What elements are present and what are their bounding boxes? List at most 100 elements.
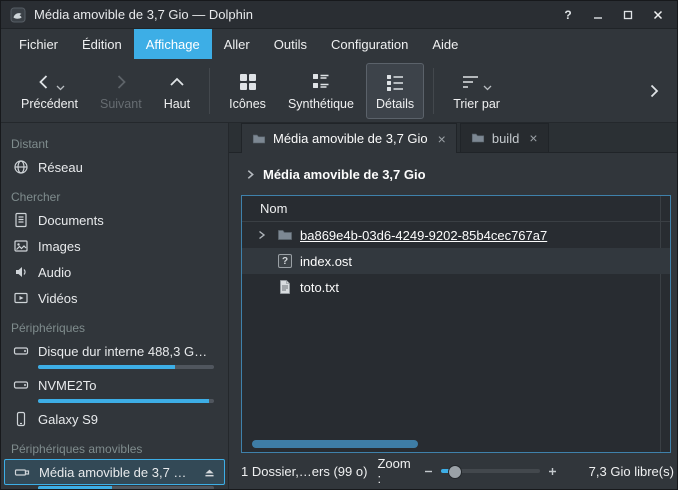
video-icon: [13, 290, 29, 306]
section-header-chercher: Chercher: [1, 187, 228, 207]
tab-label: Média amovible de 3,7 Gio: [273, 131, 428, 146]
close-button[interactable]: [647, 5, 669, 25]
disk-usage-bar: [38, 365, 214, 369]
folder-icon: [252, 132, 266, 146]
grid-view-icon: [238, 71, 258, 93]
toolbar-overflow-button[interactable]: [641, 69, 667, 113]
status-bar: 1 Dossier,…ers (99 o) Zoom : 7,3 Gio lib…: [229, 453, 677, 489]
details-view-button[interactable]: Détails: [366, 63, 424, 119]
chevron-left-icon: [34, 72, 54, 92]
file-row[interactable]: ba869e4b-03d6-4249-9202-85b4cec767a7: [242, 222, 670, 248]
folder-icon: [471, 131, 485, 145]
selection-summary: 1 Dossier,…ers (99 o): [241, 464, 367, 479]
main-view: Média amovible de 3,7 Gio × build × Médi…: [229, 123, 677, 489]
menu-outils[interactable]: Outils: [262, 29, 319, 59]
caret-down-icon: [483, 85, 492, 91]
section-header-peripheriques-amovibles: Périphériques amovibles: [1, 439, 228, 459]
disk-usage-bar: [38, 399, 214, 403]
phone-icon: [13, 411, 29, 427]
main-toolbar: Précédent Suivant Haut Icônes Synthétiqu…: [1, 59, 677, 123]
audio-icon: [13, 264, 29, 280]
zoom-label: Zoom :: [377, 456, 415, 486]
horizontal-scrollbar[interactable]: [248, 440, 664, 448]
sidebar-item-disque-dur[interactable]: Disque dur interne 488,3 G…: [1, 338, 228, 364]
file-row[interactable]: ? index.ost: [242, 248, 670, 274]
section-header-distant: Distant: [1, 134, 228, 154]
zoom-slider[interactable]: [441, 469, 540, 473]
details-view-icon: [385, 71, 405, 93]
tab-media-amovible[interactable]: Média amovible de 3,7 Gio ×: [241, 123, 457, 153]
unknown-file-icon: ?: [277, 253, 293, 269]
file-name[interactable]: ba869e4b-03d6-4249-9202-85b4cec767a7: [300, 228, 547, 243]
chevron-right-icon: [111, 71, 131, 93]
location-bar: Média amovible de 3,7 Gio: [229, 153, 677, 195]
maximize-button[interactable]: [617, 5, 639, 25]
sidebar-item-documents[interactable]: Documents: [1, 207, 228, 233]
menu-affichage[interactable]: Affichage: [134, 29, 212, 59]
chevron-right-icon: [245, 169, 256, 180]
expand-chevron-icon[interactable]: [252, 230, 270, 240]
forward-button[interactable]: Suivant: [90, 63, 152, 119]
icons-view-button[interactable]: Icônes: [219, 63, 276, 119]
file-view: Nom ba869e4b-03d6-4249-9202-85b4cec767a7…: [241, 195, 671, 453]
zoom-control: Zoom :: [377, 456, 556, 486]
app-icon: [9, 6, 26, 23]
scrollbar-thumb[interactable]: [252, 440, 418, 448]
sidebar-item-audio[interactable]: Audio: [1, 259, 228, 285]
sort-by-button[interactable]: Trier par: [443, 63, 510, 119]
help-button[interactable]: ?: [557, 5, 579, 25]
file-list: ba869e4b-03d6-4249-9202-85b4cec767a7 ? i…: [242, 222, 670, 452]
toolbar-separator: [209, 68, 210, 114]
titlebar: Média amovible de 3,7 Gio — Dolphin ?: [1, 1, 677, 29]
up-button[interactable]: Haut: [154, 63, 200, 119]
close-icon[interactable]: ×: [438, 132, 446, 146]
network-icon: [13, 159, 29, 175]
caret-down-icon: [56, 85, 65, 91]
breadcrumb[interactable]: Média amovible de 3,7 Gio: [263, 167, 426, 182]
sort-icon: [461, 72, 481, 92]
toolbar-separator: [433, 68, 434, 114]
sidebar-item-images[interactable]: Images: [1, 233, 228, 259]
section-header-peripheriques: Périphériques: [1, 318, 228, 338]
menubar: Fichier Édition Affichage Aller Outils C…: [1, 29, 677, 59]
sidebar-item-reseau[interactable]: Réseau: [1, 154, 228, 180]
sidebar-item-galaxy-s9[interactable]: Galaxy S9: [1, 406, 228, 432]
tab-build[interactable]: build ×: [460, 123, 549, 152]
zoom-in-icon[interactable]: [548, 467, 557, 476]
menu-aller[interactable]: Aller: [212, 29, 262, 59]
sidebar-item-videos[interactable]: Vidéos: [1, 285, 228, 311]
hard-drive-icon: [13, 377, 29, 393]
window-title: Média amovible de 3,7 Gio — Dolphin: [34, 7, 253, 22]
eject-icon[interactable]: [203, 466, 216, 479]
compact-view-icon: [311, 71, 331, 93]
file-name[interactable]: toto.txt: [300, 280, 339, 295]
minimize-button[interactable]: [587, 5, 609, 25]
menu-edition[interactable]: Édition: [70, 29, 134, 59]
document-icon: [13, 212, 29, 228]
tab-bar: Média amovible de 3,7 Gio × build ×: [229, 123, 677, 153]
sidebar-item-nvme2to[interactable]: NVME2To: [1, 372, 228, 398]
zoom-out-icon[interactable]: [424, 467, 433, 476]
menu-fichier[interactable]: Fichier: [7, 29, 70, 59]
chevron-up-icon: [167, 71, 187, 93]
places-panel: Distant Réseau Chercher Documents Images…: [1, 123, 229, 489]
file-row[interactable]: toto.txt: [242, 274, 670, 300]
free-space-label: 7,3 Gio libre(s): [589, 464, 674, 479]
text-file-icon: [277, 279, 293, 295]
zoom-slider-thumb[interactable]: [441, 469, 456, 473]
close-icon[interactable]: ×: [529, 131, 537, 145]
sidebar-item-media-amovible[interactable]: Média amovible de 3,7 …: [4, 459, 225, 485]
file-name[interactable]: index.ost: [300, 254, 352, 269]
removable-drive-icon: [14, 464, 30, 480]
back-button[interactable]: Précédent: [11, 63, 88, 119]
column-header-nom[interactable]: Nom: [242, 196, 670, 222]
chevron-right-icon: [646, 83, 662, 99]
folder-icon: [277, 227, 293, 243]
image-icon: [13, 238, 29, 254]
dolphin-window: Média amovible de 3,7 Gio — Dolphin ? Fi…: [0, 0, 678, 490]
compact-view-button[interactable]: Synthétique: [278, 63, 364, 119]
tab-label: build: [492, 131, 519, 146]
disk-usage-bar: [38, 486, 214, 489]
menu-configuration[interactable]: Configuration: [319, 29, 420, 59]
menu-aide[interactable]: Aide: [420, 29, 470, 59]
